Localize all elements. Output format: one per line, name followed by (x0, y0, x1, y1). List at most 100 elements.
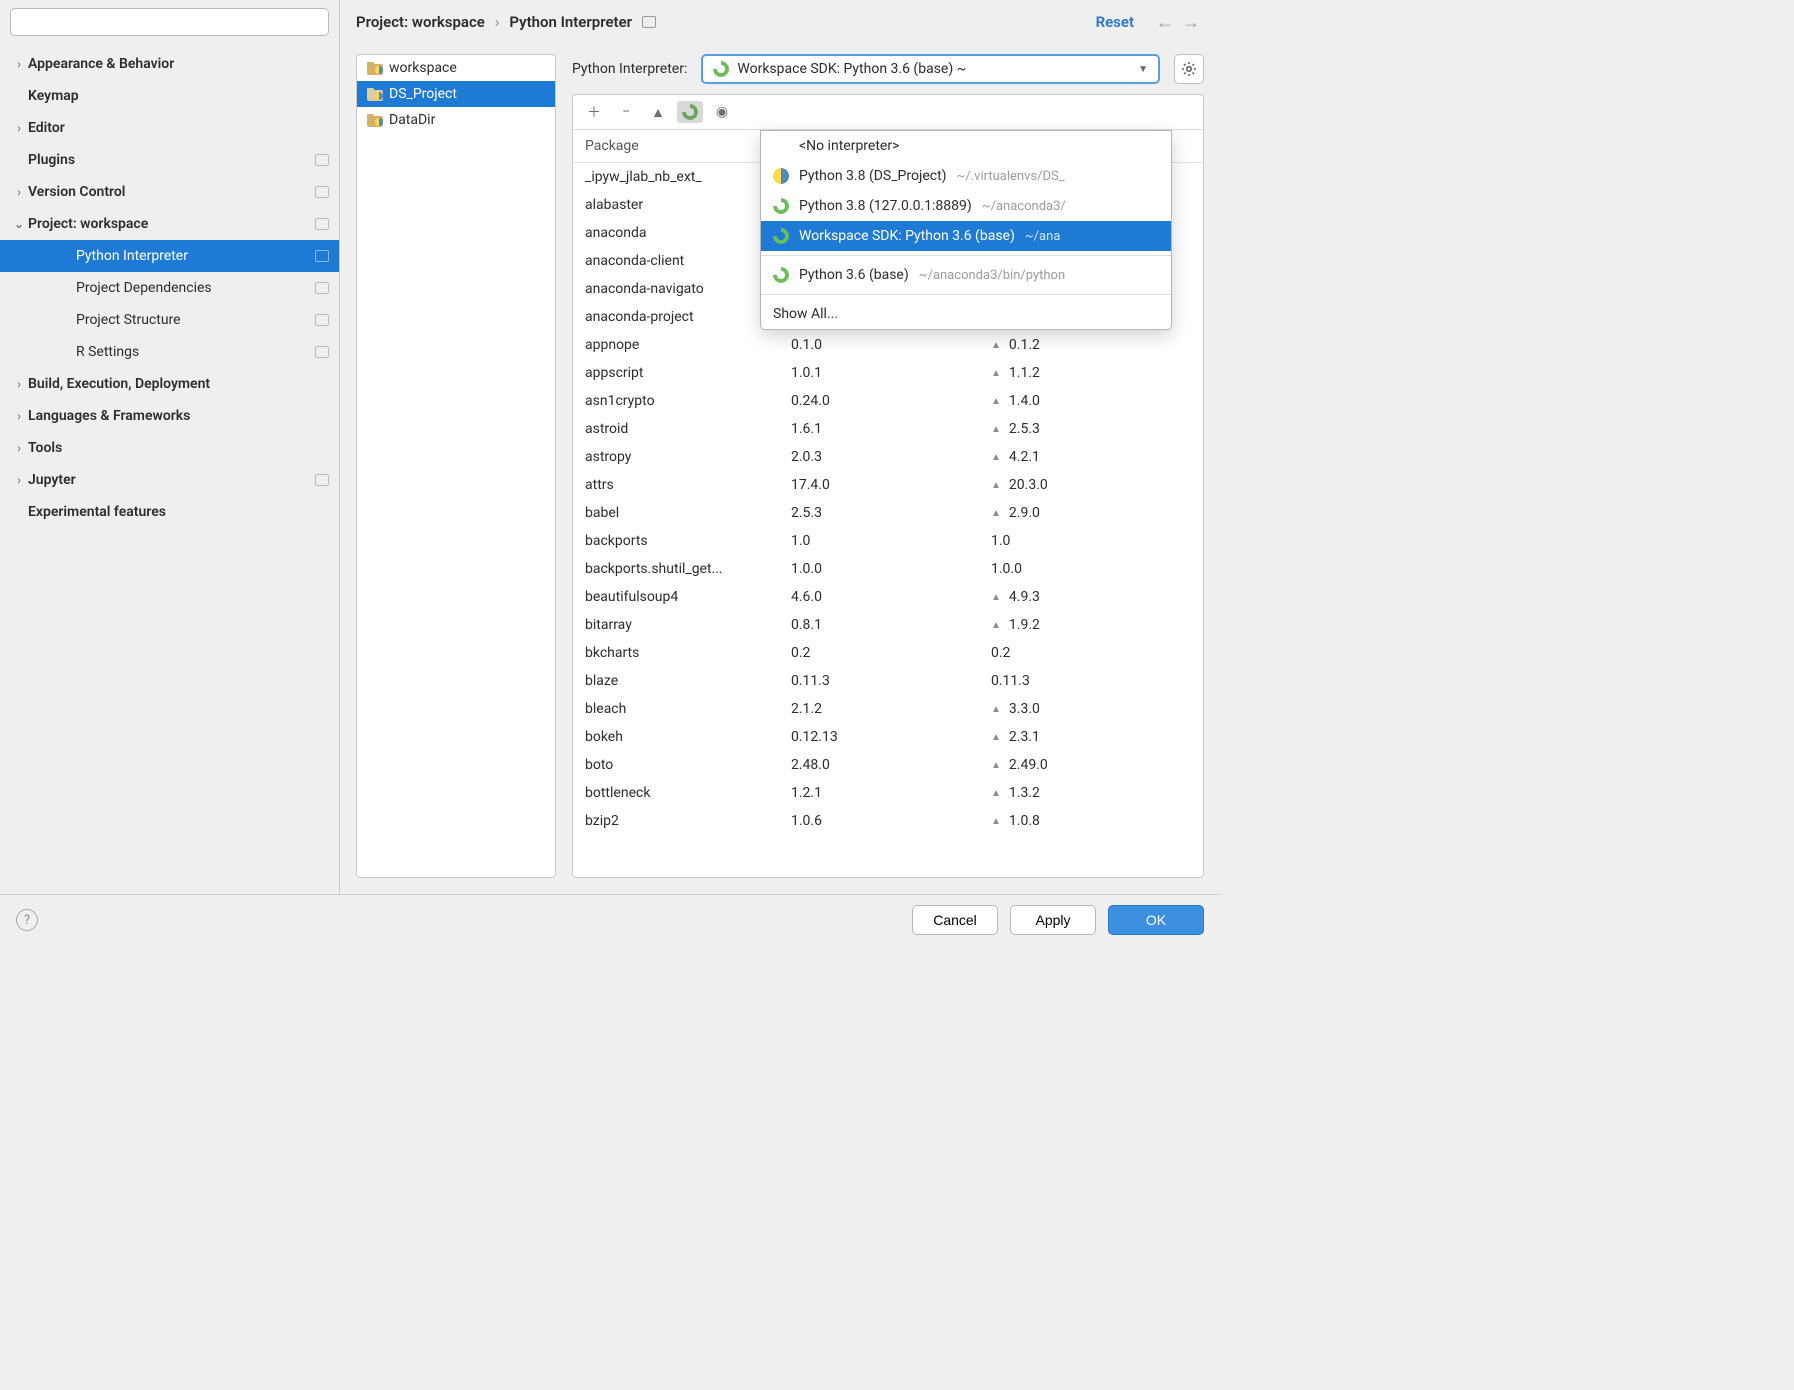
nav-item[interactable]: ›Editor (0, 112, 339, 144)
nav-item-label: Project Structure (76, 312, 181, 328)
dropdown-item-label: <No interpreter> (799, 138, 899, 154)
interpreter-combo[interactable]: Workspace SDK: Python 3.6 (base) ~ ▼ (701, 54, 1160, 84)
table-row[interactable]: bottleneck1.2.1▲1.3.2 (573, 779, 1203, 807)
module-badge-icon (315, 346, 329, 358)
search-input[interactable] (10, 8, 329, 36)
interpreter-dropdown[interactable]: <No interpreter> Python 3.8 (DS_Project)~… (760, 130, 1172, 330)
crumb-sep: › (495, 13, 500, 31)
apply-button[interactable]: Apply (1010, 905, 1096, 935)
dropdown-item-path: ~/ana (1025, 229, 1061, 244)
table-row[interactable]: appscript1.0.1▲1.1.2 (573, 359, 1203, 387)
package-latest-value: 1.3.2 (1009, 785, 1040, 801)
nav-item[interactable]: Experimental features (0, 496, 339, 528)
dropdown-item[interactable]: Workspace SDK: Python 3.6 (base)~/ana (761, 221, 1171, 251)
nav-item[interactable]: ›Build, Execution, Deployment (0, 368, 339, 400)
table-row[interactable]: backports.shutil_get...1.0.01.0.0 (573, 555, 1203, 583)
dropdown-show-all[interactable]: Show All... (761, 299, 1171, 329)
package-name: astropy (585, 449, 791, 465)
package-version: 2.48.0 (791, 757, 991, 773)
help-button[interactable]: ? (16, 909, 38, 931)
dropdown-item[interactable]: Python 3.8 (127.0.0.1:8889)~/anaconda3/ (761, 191, 1171, 221)
nav-item[interactable]: R Settings (0, 336, 339, 368)
module-badge-icon (315, 218, 329, 230)
forward-icon[interactable]: → (1182, 12, 1200, 33)
gear-button[interactable] (1174, 54, 1204, 84)
package-version: 1.6.1 (791, 421, 991, 437)
nav-item[interactable]: ›Version Control (0, 176, 339, 208)
table-row[interactable]: beautifulsoup44.6.0▲4.9.3 (573, 583, 1203, 611)
nav-item[interactable]: ›Languages & Frameworks (0, 400, 339, 432)
package-latest: ▲1.3.2 (991, 785, 1191, 801)
tree-item[interactable]: DS_Project (357, 81, 555, 107)
package-latest: 0.2 (991, 645, 1191, 661)
nav-item[interactable]: Project Structure (0, 304, 339, 336)
ok-button[interactable]: OK (1108, 905, 1204, 935)
package-version: 2.1.2 (791, 701, 991, 717)
table-row[interactable]: astroid1.6.1▲2.5.3 (573, 415, 1203, 443)
upgrade-available-icon: ▲ (991, 816, 1001, 827)
nav-item[interactable]: Project Dependencies (0, 272, 339, 304)
nav-item[interactable]: ⌄Project: workspace (0, 208, 339, 240)
package-name: astroid (585, 421, 791, 437)
table-row[interactable]: backports1.01.0 (573, 527, 1203, 555)
table-row[interactable]: appnope0.1.0▲0.1.2 (573, 331, 1203, 359)
tree-item[interactable]: DataDir (357, 107, 555, 133)
package-name: bitarray (585, 617, 791, 633)
package-latest-value: 3.3.0 (1009, 701, 1040, 717)
package-version: 2.5.3 (791, 505, 991, 521)
package-version: 1.0.0 (791, 561, 991, 577)
nav-item[interactable]: ›Tools (0, 432, 339, 464)
cancel-button[interactable]: Cancel (912, 905, 998, 935)
table-row[interactable]: astropy2.0.3▲4.2.1 (573, 443, 1203, 471)
table-row[interactable]: attrs17.4.0▲20.3.0 (573, 471, 1203, 499)
nav-item-label: Tools (28, 440, 62, 456)
add-package-button[interactable]: ＋ (581, 101, 607, 123)
dropdown-separator (761, 255, 1171, 256)
package-latest: 0.11.3 (991, 673, 1191, 689)
package-latest: ▲2.49.0 (991, 757, 1191, 773)
package-name: attrs (585, 477, 791, 493)
package-name: bleach (585, 701, 791, 717)
table-row[interactable]: asn1crypto0.24.0▲1.4.0 (573, 387, 1203, 415)
table-row[interactable]: bzip21.0.6▲1.0.8 (573, 807, 1203, 835)
tree-item-label: workspace (389, 60, 457, 76)
nav-item[interactable]: ›Jupyter (0, 464, 339, 496)
nav-item-label: Build, Execution, Deployment (28, 376, 210, 392)
upgrade-available-icon: ▲ (991, 452, 1001, 463)
folder-python-icon (367, 114, 383, 127)
nav-item-label: Plugins (28, 152, 75, 168)
show-early-button[interactable]: ◉ (709, 101, 735, 123)
nav-item[interactable]: ›Appearance & Behavior (0, 48, 339, 80)
spinner-icon (773, 228, 789, 244)
table-row[interactable]: bitarray0.8.1▲1.9.2 (573, 611, 1203, 639)
reset-button[interactable]: Reset (1096, 13, 1134, 31)
package-version: 1.2.1 (791, 785, 991, 801)
nav-item-label: Keymap (28, 88, 79, 104)
table-row[interactable]: bleach2.1.2▲3.3.0 (573, 695, 1203, 723)
tree-item[interactable]: workspace (357, 55, 555, 81)
folder-python-icon (367, 62, 383, 75)
nav-item[interactable]: Keymap (0, 80, 339, 112)
nav-item[interactable]: Plugins (0, 144, 339, 176)
table-row[interactable]: babel2.5.3▲2.9.0 (573, 499, 1203, 527)
package-version: 1.0.1 (791, 365, 991, 381)
package-name: blaze (585, 673, 791, 689)
nav-item[interactable]: Python Interpreter (0, 240, 339, 272)
table-row[interactable]: bkcharts0.20.2 (573, 639, 1203, 667)
table-row[interactable]: boto2.48.0▲2.49.0 (573, 751, 1203, 779)
dropdown-item[interactable]: Python 3.8 (DS_Project)~/.virtualenvs/DS… (761, 161, 1171, 191)
nav-item-label: Version Control (28, 184, 125, 200)
nav-item-label: Project Dependencies (76, 280, 212, 296)
package-latest-value: 1.0.8 (1009, 813, 1040, 829)
package-toolbar: ＋ − ▲ ◉ (573, 95, 1203, 130)
conda-button[interactable] (677, 101, 703, 123)
dropdown-no-interpreter[interactable]: <No interpreter> (761, 131, 1171, 161)
table-row[interactable]: bokeh0.12.13▲2.3.1 (573, 723, 1203, 751)
table-row[interactable]: blaze0.11.30.11.3 (573, 667, 1203, 695)
upgrade-package-button[interactable]: ▲ (645, 101, 671, 123)
upgrade-available-icon: ▲ (991, 396, 1001, 407)
dropdown-item[interactable]: Python 3.6 (base)~/anaconda3/bin/python (761, 260, 1171, 290)
remove-package-button[interactable]: − (613, 101, 639, 123)
back-icon[interactable]: ← (1156, 12, 1174, 33)
settings-sidebar: ›Appearance & Behavior Keymap ›Editor Plugi… (0, 0, 340, 894)
